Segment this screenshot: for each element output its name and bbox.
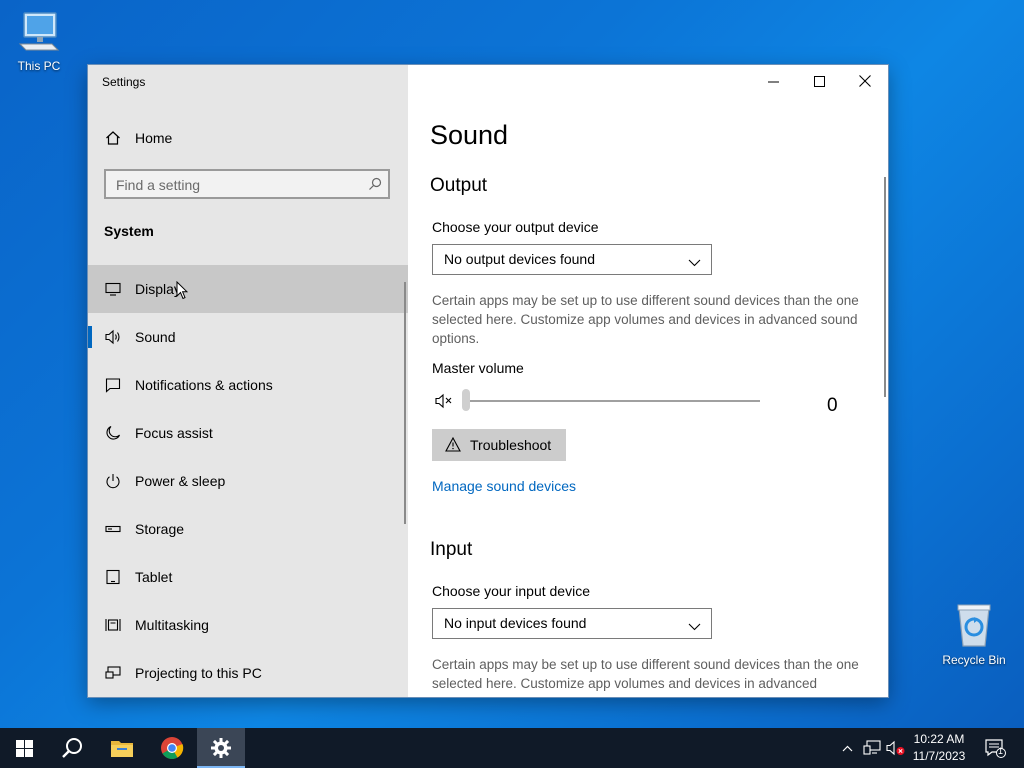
output-device-dropdown[interactable]: No output devices found bbox=[432, 244, 712, 275]
output-device-label: Choose your output device bbox=[432, 219, 599, 235]
desktop-icon-this-pc[interactable]: This PC bbox=[3, 10, 75, 73]
input-device-value: No input devices found bbox=[444, 615, 587, 631]
display-icon bbox=[104, 280, 122, 298]
multitasking-icon bbox=[104, 616, 122, 634]
recycle-bin-icon bbox=[938, 602, 1010, 651]
main-content: Sound Output Choose your output device N… bbox=[408, 65, 888, 697]
section-label-system: System bbox=[104, 223, 154, 239]
this-pc-label: This PC bbox=[17, 59, 61, 73]
gear-icon bbox=[211, 738, 231, 758]
sidebar-item-tablet[interactable]: Tablet bbox=[88, 553, 408, 601]
show-hidden-icons-button[interactable] bbox=[838, 728, 856, 768]
chrome-icon bbox=[161, 737, 184, 759]
main-scrollbar[interactable] bbox=[884, 177, 886, 397]
mouse-cursor-icon bbox=[176, 280, 189, 305]
close-button[interactable] bbox=[842, 65, 888, 97]
network-button[interactable] bbox=[860, 728, 884, 768]
network-icon bbox=[863, 740, 881, 755]
search-button[interactable] bbox=[48, 728, 96, 768]
master-volume-value: 0 bbox=[827, 395, 838, 416]
master-volume-label: Master volume bbox=[432, 360, 524, 376]
chevron-down-icon bbox=[688, 254, 701, 272]
sidebar-item-home[interactable]: Home bbox=[88, 122, 408, 154]
sidebar-item-label: Tablet bbox=[135, 569, 173, 585]
close-icon bbox=[859, 75, 871, 87]
sidebar-item-projecting[interactable]: Projecting to this PC bbox=[88, 649, 408, 697]
sidebar-item-label: Projecting to this PC bbox=[135, 665, 262, 681]
input-device-dropdown[interactable]: No input devices found bbox=[432, 608, 712, 639]
sidebar-item-label: Focus assist bbox=[135, 425, 213, 441]
master-volume-slider-track[interactable] bbox=[468, 400, 760, 402]
minimize-icon bbox=[767, 81, 779, 82]
home-label: Home bbox=[135, 130, 173, 146]
mute-icon[interactable] bbox=[435, 393, 455, 414]
sidebar-item-display[interactable]: Display bbox=[88, 265, 408, 313]
tablet-icon bbox=[104, 568, 122, 586]
selection-indicator bbox=[88, 326, 92, 348]
output-device-value: No output devices found bbox=[444, 251, 595, 267]
sidebar-item-notifications[interactable]: Notifications & actions bbox=[88, 361, 408, 409]
volume-muted-icon bbox=[886, 740, 905, 756]
sound-icon bbox=[104, 328, 122, 346]
page-title: Sound bbox=[430, 120, 509, 150]
folder-icon bbox=[111, 741, 133, 757]
settings-taskbar-button[interactable] bbox=[197, 728, 245, 768]
sidebar-item-label: Storage bbox=[135, 521, 185, 537]
sidebar-item-label: Multitasking bbox=[135, 617, 209, 633]
chevron-down-icon bbox=[688, 618, 701, 636]
sidebar-item-label: Notifications & actions bbox=[135, 377, 273, 393]
file-explorer-button[interactable] bbox=[98, 728, 146, 768]
output-heading: Output bbox=[430, 175, 488, 196]
output-description: Certain apps may be set up to use differ… bbox=[432, 293, 859, 346]
chevron-up-icon bbox=[842, 745, 852, 751]
warning-icon bbox=[445, 436, 461, 457]
master-volume-slider-thumb[interactable] bbox=[462, 389, 470, 411]
home-icon bbox=[104, 129, 122, 147]
start-button[interactable] bbox=[0, 728, 48, 768]
troubleshoot-label: Troubleshoot bbox=[470, 437, 552, 453]
notification-center-button[interactable]: 1 bbox=[978, 728, 1012, 768]
input-device-label: Choose your input device bbox=[432, 583, 590, 599]
window-title: Settings bbox=[102, 75, 146, 89]
taskbar: 10:22 AM 11/7/2023 1 bbox=[0, 728, 1024, 768]
manage-sound-devices-link[interactable]: Manage sound devices bbox=[432, 478, 576, 494]
troubleshoot-button[interactable]: Troubleshoot bbox=[432, 429, 566, 461]
settings-window: Settings Home Find a setting System Disp… bbox=[88, 65, 888, 697]
sidebar-item-storage[interactable]: Storage bbox=[88, 505, 408, 553]
input-heading: Input bbox=[430, 539, 473, 560]
projecting-icon bbox=[104, 664, 122, 682]
chrome-button[interactable] bbox=[148, 728, 196, 768]
computer-icon bbox=[3, 10, 75, 57]
sidebar-item-focus-assist[interactable]: Focus assist bbox=[88, 409, 408, 457]
notification-count-badge: 1 bbox=[998, 746, 1004, 756]
clock-date: 11/7/2023 bbox=[912, 749, 966, 763]
sidebar-item-sound[interactable]: Sound bbox=[88, 313, 408, 361]
moon-icon bbox=[104, 424, 122, 442]
clock-time: 10:22 AM bbox=[913, 732, 965, 746]
recycle-bin-label: Recycle Bin bbox=[942, 653, 1006, 667]
sidebar-item-label: Power & sleep bbox=[135, 473, 226, 489]
sidebar-item-label: Sound bbox=[135, 329, 176, 345]
sidebar-scrollbar[interactable] bbox=[404, 282, 406, 524]
maximize-icon bbox=[813, 75, 825, 87]
notifications-icon bbox=[104, 376, 122, 394]
input-description: Certain apps may be set up to use differ… bbox=[432, 657, 859, 691]
sidebar-item-multitasking[interactable]: Multitasking bbox=[88, 601, 408, 649]
maximize-button[interactable] bbox=[796, 65, 842, 97]
system-clock[interactable]: 10:22 AM 11/7/2023 bbox=[906, 731, 972, 765]
desktop-icon-recycle-bin[interactable]: Recycle Bin bbox=[938, 602, 1010, 667]
search-icon bbox=[62, 738, 82, 758]
sidebar-item-label: Display bbox=[135, 281, 181, 297]
windows-logo-icon bbox=[15, 739, 33, 757]
sidebar-item-power-sleep[interactable]: Power & sleep bbox=[88, 457, 408, 505]
storage-icon bbox=[104, 520, 122, 538]
sidebar: Settings Home Find a setting System Disp… bbox=[88, 65, 408, 697]
search-placeholder: Find a setting bbox=[116, 177, 201, 193]
minimize-button[interactable] bbox=[750, 65, 796, 97]
volume-button[interactable] bbox=[884, 728, 908, 768]
power-icon bbox=[104, 472, 122, 490]
search-input[interactable]: Find a setting bbox=[104, 169, 390, 199]
search-icon bbox=[368, 177, 382, 196]
